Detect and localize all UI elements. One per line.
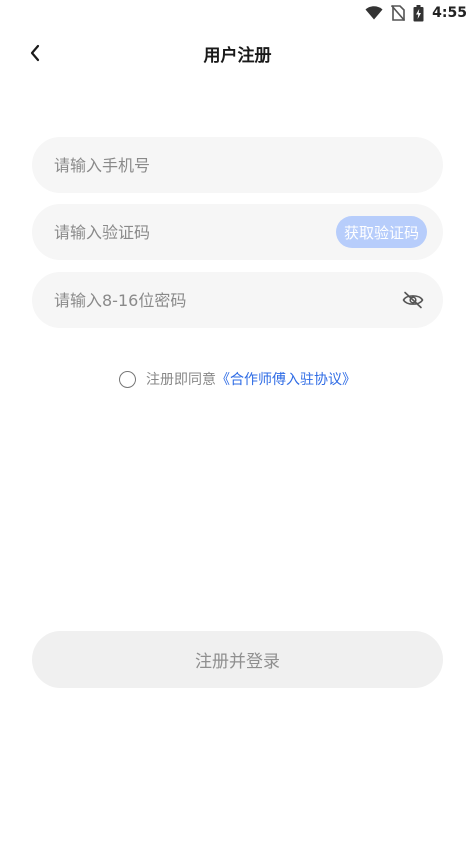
- chevron-left-icon: [30, 44, 40, 62]
- no-sim-icon: [391, 5, 406, 21]
- eye-off-icon: [402, 291, 424, 309]
- battery-charging-icon: [413, 4, 424, 21]
- phone-input[interactable]: [54, 155, 425, 175]
- password-field: [32, 272, 443, 328]
- agreement-radio[interactable]: [119, 370, 136, 388]
- status-bar: 4:55: [0, 0, 475, 26]
- register-login-button[interactable]: 注册并登录: [32, 631, 443, 688]
- code-field: 获取验证码: [32, 204, 443, 260]
- wifi-icon: [365, 6, 383, 20]
- password-input[interactable]: [54, 290, 401, 310]
- agreement-link[interactable]: 《合作师傅入驻协议》: [216, 369, 356, 389]
- agreement-row: 注册即同意 《合作师傅入驻协议》: [0, 367, 475, 391]
- verification-code-input[interactable]: [54, 222, 336, 242]
- password-visibility-toggle[interactable]: [401, 288, 425, 312]
- nav-bar: 用户注册: [0, 26, 475, 80]
- phone-field: [32, 137, 443, 193]
- back-button[interactable]: [18, 36, 52, 70]
- page-title: 用户注册: [203, 45, 272, 66]
- get-code-button[interactable]: 获取验证码: [335, 216, 427, 248]
- status-time: 4:55: [432, 5, 467, 21]
- agreement-prefix: 注册即同意: [146, 372, 216, 388]
